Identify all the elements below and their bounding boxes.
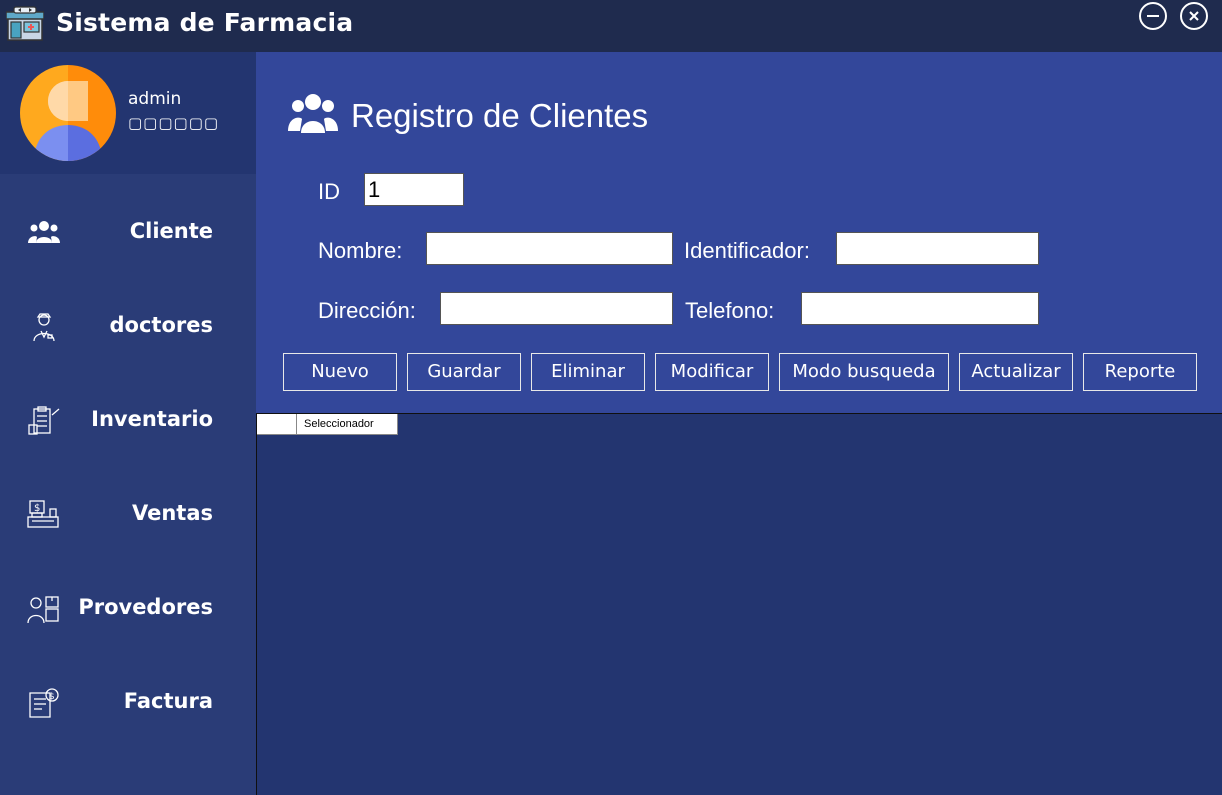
sidebar-label-inventario: Inventario bbox=[91, 407, 213, 431]
minimize-button[interactable] bbox=[1139, 2, 1167, 30]
doctor-icon bbox=[33, 313, 55, 342]
supplier-icon bbox=[27, 596, 59, 624]
sidebar-label-provedores: Provedores bbox=[78, 595, 213, 619]
modo-busqueda-button[interactable]: Modo busqueda bbox=[779, 353, 949, 391]
nombre-label: Nombre: bbox=[318, 238, 403, 263]
close-button[interactable] bbox=[1180, 2, 1208, 30]
identificador-label: Identificador: bbox=[684, 238, 810, 263]
grid-corner-header[interactable] bbox=[257, 414, 297, 435]
nuevo-button[interactable]: Nuevo bbox=[283, 353, 397, 391]
grid-column-header-seleccionador[interactable]: Seleccionador bbox=[297, 414, 398, 435]
telefono-label: Telefono: bbox=[685, 298, 775, 323]
guardar-button[interactable]: Guardar bbox=[407, 353, 521, 391]
clients-data-grid[interactable]: Seleccionador bbox=[256, 413, 1222, 795]
minimize-icon bbox=[1147, 15, 1159, 17]
modificar-button[interactable]: Modificar bbox=[655, 353, 769, 391]
sidebar-item-provedores[interactable]: Provedores bbox=[0, 561, 256, 655]
inventory-icon bbox=[28, 406, 60, 435]
sidebar-label-doctores: doctores bbox=[109, 313, 213, 337]
clients-icon bbox=[288, 94, 338, 133]
page-title: Registro de Clientes bbox=[351, 97, 649, 134]
cash-register-icon: $ bbox=[27, 500, 59, 528]
user-role: ▢▢▢▢▢▢ bbox=[128, 114, 220, 132]
eliminar-button[interactable]: Eliminar bbox=[531, 353, 645, 391]
sidebar: admin ▢▢▢▢▢▢ Cliente doctores Inventario… bbox=[0, 52, 256, 795]
direccion-field[interactable] bbox=[440, 292, 673, 325]
reporte-button[interactable]: Reporte bbox=[1083, 353, 1197, 391]
nombre-field[interactable] bbox=[426, 232, 673, 265]
pharmacy-store-icon bbox=[6, 6, 44, 41]
sidebar-label-ventas: Ventas bbox=[131, 501, 213, 525]
avatar bbox=[20, 65, 116, 161]
sidebar-item-doctores[interactable]: doctores bbox=[0, 279, 256, 373]
user-profile: admin ▢▢▢▢▢▢ bbox=[0, 52, 256, 174]
client-form-panel: Registro de Clientes ID 1 Nombre: Identi… bbox=[256, 52, 1222, 413]
sidebar-item-cliente[interactable]: Cliente bbox=[0, 185, 256, 279]
user-name: admin bbox=[128, 89, 182, 109]
direccion-label: Dirección: bbox=[318, 298, 416, 323]
sidebar-label-cliente: Cliente bbox=[129, 219, 213, 243]
identificador-field[interactable] bbox=[836, 232, 1039, 265]
title-bar: Sistema de Farmacia bbox=[0, 0, 1222, 52]
svg-text:$: $ bbox=[34, 503, 40, 514]
telefono-field[interactable] bbox=[801, 292, 1039, 325]
id-field[interactable]: 1 bbox=[364, 173, 464, 206]
svg-text:$: $ bbox=[49, 692, 55, 702]
sidebar-item-ventas[interactable]: $ Ventas bbox=[0, 467, 256, 561]
app-title: Sistema de Farmacia bbox=[56, 8, 354, 37]
sidebar-item-inventario[interactable]: Inventario bbox=[0, 373, 256, 467]
clients-icon bbox=[28, 221, 60, 243]
sidebar-label-factura: Factura bbox=[123, 689, 213, 713]
actualizar-button[interactable]: Actualizar bbox=[959, 353, 1073, 391]
invoice-icon: $ bbox=[29, 688, 59, 718]
id-label: ID bbox=[318, 179, 340, 204]
close-icon bbox=[1189, 11, 1199, 21]
sidebar-item-factura[interactable]: $ Factura bbox=[0, 655, 256, 749]
